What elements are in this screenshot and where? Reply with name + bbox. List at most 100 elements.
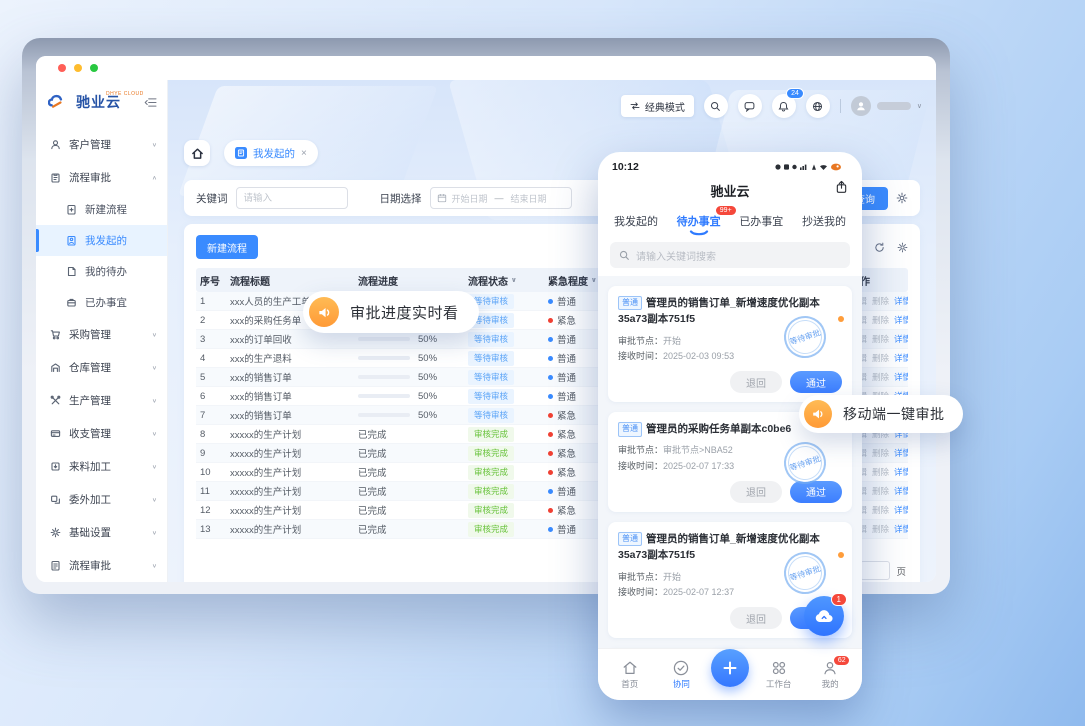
chevron-down-icon: ∨ (152, 496, 157, 502)
detail-link[interactable]: 详情 (894, 352, 908, 364)
search-button[interactable] (704, 94, 728, 118)
nav-workbench[interactable]: 工作台 (757, 660, 801, 690)
messages-button[interactable] (738, 94, 762, 118)
approve-button[interactable]: 通过 (790, 481, 842, 503)
nav-home[interactable]: 首页 (608, 660, 652, 690)
chevron-down-icon: ∨ (152, 529, 157, 535)
delete-link[interactable]: 删除 (872, 314, 889, 326)
refresh-icon[interactable] (874, 242, 885, 253)
approval-card[interactable]: 普通管理员的销售订单_新增速度优化副本35a73副本751f5 等待审批 审批节… (608, 286, 852, 402)
sidebar-collapse-icon[interactable] (144, 97, 157, 108)
column-settings-gear-icon[interactable] (897, 242, 908, 253)
sidebar-item-warehouse-mgmt[interactable]: 仓库管理 ∨ (36, 351, 167, 384)
close-icon[interactable]: × (301, 148, 307, 159)
delete-link[interactable]: 删除 (872, 504, 889, 516)
sidebar-item-my-initiated[interactable]: 我发起的 (36, 225, 167, 256)
urgency-label: 普通 (557, 389, 576, 403)
sidebar-item-done-matters[interactable]: 已办事宜 (36, 287, 167, 318)
cloud-sync-fab[interactable]: 1 (804, 596, 844, 636)
delete-link[interactable]: 删除 (872, 485, 889, 497)
notifications-button[interactable]: 24 (772, 94, 796, 118)
sidebar-item-finance-mgmt[interactable]: 收支管理 ∨ (36, 417, 167, 450)
sidebar-item-incoming-processing[interactable]: 来料加工 ∨ (36, 450, 167, 483)
date-separator: — (495, 193, 504, 203)
maximize-window-button[interactable] (90, 64, 98, 72)
reject-button[interactable]: 退回 (730, 481, 782, 503)
phone-tab-todo[interactable]: 待办事宜 99+ (677, 213, 721, 229)
share-icon[interactable] (835, 180, 848, 194)
nav-mine[interactable]: 62 我的 (808, 660, 852, 690)
process-title: xxx的销售订单 (226, 389, 354, 403)
sidebar-item-production-mgmt[interactable]: 生产管理 ∨ (36, 384, 167, 417)
sidebar-item-customer-mgmt[interactable]: 客户管理 ∨ (36, 128, 167, 161)
sidebar-item-new-process[interactable]: 新建流程 (36, 194, 167, 225)
new-process-button[interactable]: 新建流程 (196, 235, 258, 259)
approve-button[interactable]: 通过 (790, 371, 842, 393)
page-jump-input[interactable] (860, 561, 890, 580)
date-start-placeholder: 开始日期 (452, 192, 488, 205)
home-button[interactable] (184, 140, 210, 166)
date-range-input[interactable]: 开始日期 — 结束日期 (430, 187, 572, 209)
process-progress: 已完成 (354, 465, 464, 479)
tooltip-mobile-approval: 移动端一键审批 (799, 395, 963, 433)
delete-link[interactable]: 删除 (872, 295, 889, 307)
sidebar-item-process-approval-2[interactable]: 流程审批 ∨ (36, 549, 167, 582)
speaker-icon (309, 297, 339, 327)
search-placeholder: 请输入关键词搜索 (636, 248, 716, 263)
phone-tab-done[interactable]: 已办事宜 (739, 213, 783, 229)
delete-link[interactable]: 删除 (872, 352, 889, 364)
keyword-label: 关键词 (196, 191, 228, 206)
delete-link[interactable]: 删除 (872, 371, 889, 383)
sidebar-item-process-approval[interactable]: 流程审批 ∧ (36, 161, 167, 194)
progress-bar (358, 356, 410, 360)
tab-my-initiated[interactable]: 我发起的 × (224, 140, 318, 166)
detail-link[interactable]: 详情 (894, 485, 908, 497)
detail-link[interactable]: 详情 (894, 371, 908, 383)
row-index: 2 (196, 315, 226, 326)
priority-badge: 普通 (618, 422, 642, 436)
phone-tab-my-initiated[interactable]: 我发起的 (614, 213, 658, 229)
mine-badge: 62 (833, 655, 850, 666)
close-window-button[interactable] (58, 64, 66, 72)
col-header-status[interactable]: 流程状态∨ (464, 273, 544, 288)
create-button[interactable] (711, 649, 749, 687)
process-status: 审核完成 (464, 465, 544, 480)
filter-settings-gear-icon[interactable] (896, 192, 908, 204)
minimize-window-button[interactable] (74, 64, 82, 72)
sidebar-item-outsourced-processing[interactable]: 委外加工 ∨ (36, 483, 167, 516)
sidebar-item-label: 已办事宜 (85, 295, 127, 310)
sidebar-item-my-todo[interactable]: 我的待办 (36, 256, 167, 287)
sidebar-item-label: 收支管理 (69, 426, 111, 441)
detail-link[interactable]: 详情 (894, 295, 908, 307)
reject-button[interactable]: 退回 (730, 371, 782, 393)
delete-link[interactable]: 删除 (872, 447, 889, 459)
detail-link[interactable]: 详情 (894, 314, 908, 326)
phone-search-input[interactable]: 请输入关键词搜索 (610, 242, 850, 268)
urgency-dot (548, 356, 553, 361)
urgency-dot (548, 375, 553, 380)
sidebar-item-purchase-mgmt[interactable]: 采购管理 ∨ (36, 318, 167, 351)
delete-link[interactable]: 删除 (872, 466, 889, 478)
detail-link[interactable]: 详情 (894, 523, 908, 535)
delete-link[interactable]: 删除 (872, 333, 889, 345)
delete-link[interactable]: 删除 (872, 523, 889, 535)
phone-tab-cc[interactable]: 抄送我的 (802, 213, 846, 229)
chevron-up-icon: ∧ (152, 174, 157, 180)
plus-icon (722, 660, 738, 676)
row-index: 4 (196, 353, 226, 364)
detail-link[interactable]: 详情 (894, 504, 908, 516)
detail-link[interactable]: 详情 (894, 447, 908, 459)
sidebar-item-basic-settings[interactable]: 基础设置 ∨ (36, 516, 167, 549)
chevron-down-icon: ∨ (917, 102, 922, 110)
language-button[interactable] (806, 94, 830, 118)
classic-mode-button[interactable]: 经典模式 (621, 95, 694, 117)
detail-link[interactable]: 详情 (894, 333, 908, 345)
process-status: 等待审核 (464, 332, 544, 347)
user-menu[interactable]: ∨ (851, 96, 922, 116)
detail-link[interactable]: 详情 (894, 466, 908, 478)
keyword-input[interactable] (236, 187, 348, 209)
reject-button[interactable]: 退回 (730, 607, 782, 629)
status-badge: 审核完成 (468, 427, 514, 442)
nav-collaboration[interactable]: 协同 (659, 660, 703, 690)
process-title: xxx的销售订单 (226, 408, 354, 422)
